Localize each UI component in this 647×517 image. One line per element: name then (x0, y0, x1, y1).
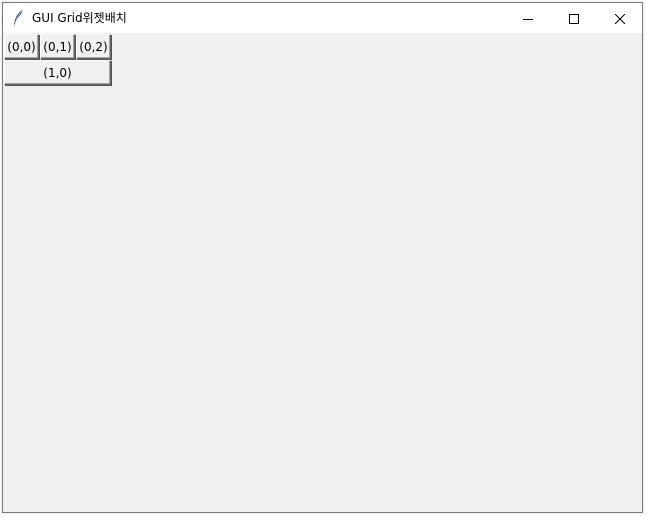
client-area: (0,0) (0,1) (0,2) (1,0) (3, 33, 642, 512)
close-button[interactable] (597, 3, 643, 33)
minimize-button[interactable] (505, 3, 551, 33)
grid-button-0-2[interactable]: (0,2) (76, 34, 111, 59)
app-window: GUI Grid위젯배치 (0,0) (0,1) (0,2) (1,0) (2, 2, 643, 513)
grid-button-0-1[interactable]: (0,1) (40, 34, 75, 59)
maximize-button[interactable] (551, 3, 597, 33)
title-bar[interactable]: GUI Grid위젯배치 (3, 3, 642, 33)
feather-icon (12, 9, 24, 27)
window-title: GUI Grid위젯배치 (32, 11, 127, 25)
grid-button-1-0[interactable]: (1,0) (4, 60, 111, 85)
close-icon (614, 9, 626, 28)
maximize-icon (569, 9, 579, 28)
minimize-icon (523, 9, 533, 28)
grid-button-0-0[interactable]: (0,0) (4, 34, 39, 59)
